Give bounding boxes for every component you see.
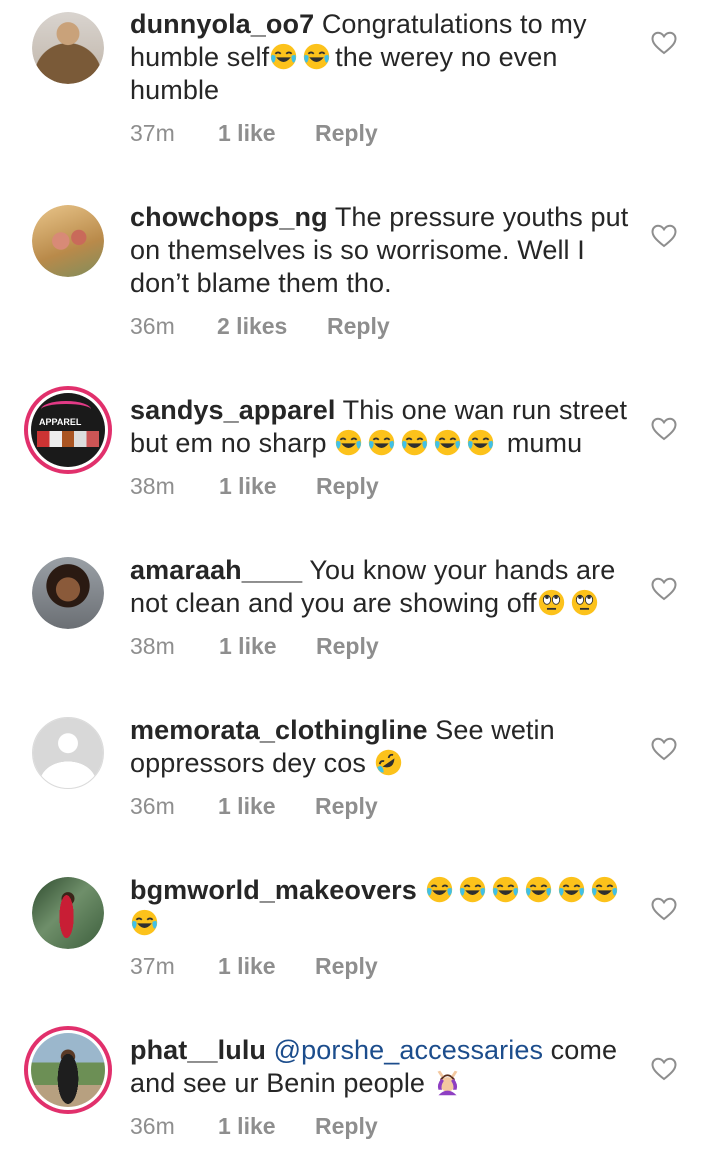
face-with-tears-of-joy-emoji	[400, 428, 429, 457]
comment-time: 38m	[130, 633, 175, 659]
face-with-tears-of-joy-emoji	[557, 875, 586, 904]
avatar[interactable]	[32, 557, 104, 629]
comment-time: 38m	[130, 473, 175, 499]
avatar-image	[31, 1033, 105, 1107]
reply-button[interactable]: Reply	[315, 118, 378, 148]
comment-time: 36m	[130, 1113, 175, 1139]
likes-count[interactable]: 1 like	[218, 118, 276, 148]
comment-username[interactable]: phat__lulu	[130, 1035, 266, 1065]
comment-username[interactable]: bgmworld_makeovers	[130, 875, 417, 905]
face-with-tears-of-joy-emoji	[425, 875, 454, 904]
comment-text: chowchops_ng The pressure youths put on …	[130, 201, 630, 300]
heart-outline-icon[interactable]	[651, 224, 677, 248]
comment-text: memorata_clothingline See wetin oppresso…	[130, 714, 630, 780]
reply-button[interactable]: Reply	[316, 471, 379, 501]
rolling-on-floor-laughing-emoji	[374, 748, 403, 777]
avatar-logo-text: APPAREL	[39, 417, 82, 427]
avatar[interactable]: APPAREL	[24, 386, 112, 474]
face-with-tears-of-joy-emoji	[130, 908, 159, 937]
likes-count[interactable]: 1 like	[219, 631, 277, 661]
face-with-tears-of-joy-emoji	[269, 42, 298, 71]
avatar-image	[32, 12, 104, 84]
comment-text: bgmworld_makeovers	[130, 874, 630, 940]
comment-text: sandys_apparel This one wan run street b…	[130, 394, 630, 460]
likes-count[interactable]: 1 like	[218, 791, 276, 821]
default-avatar-icon	[33, 718, 103, 788]
likes-count[interactable]: 1 like	[219, 471, 277, 501]
face-with-tears-of-joy-emoji	[302, 42, 331, 71]
heart-outline-icon[interactable]	[651, 737, 677, 761]
face-with-tears-of-joy-emoji	[367, 428, 396, 457]
comment-username[interactable]: amaraah____	[130, 555, 302, 585]
comment-text: dunnyola_oo7 Congratulations to my humbl…	[130, 8, 630, 107]
comment-username[interactable]: sandys_apparel	[130, 395, 336, 425]
comment-time: 36m	[130, 313, 175, 339]
comment-time: 37m	[130, 120, 175, 146]
comment-username[interactable]: memorata_clothingline	[130, 715, 428, 745]
reply-button[interactable]: Reply	[315, 1111, 378, 1141]
avatar[interactable]	[24, 1026, 112, 1114]
face-with-tears-of-joy-emoji	[491, 875, 520, 904]
likes-count[interactable]: 2 likes	[217, 311, 287, 341]
face-with-tears-of-joy-emoji	[524, 875, 553, 904]
comment-username[interactable]: chowchops_ng	[130, 202, 328, 232]
avatar-photo-strip	[37, 431, 99, 447]
comment-time: 36m	[130, 793, 175, 819]
heart-outline-icon[interactable]	[651, 417, 677, 441]
avatar-logo-swoosh	[41, 401, 91, 418]
mention-link[interactable]: @porshe_accessaries	[274, 1035, 543, 1065]
heart-outline-icon[interactable]	[651, 897, 677, 921]
face-with-tears-of-joy-emoji	[458, 875, 487, 904]
reply-button[interactable]: Reply	[327, 311, 390, 341]
face-with-tears-of-joy-emoji	[334, 428, 363, 457]
avatar-image: APPAREL	[31, 393, 105, 467]
face-with-tears-of-joy-emoji	[433, 428, 462, 457]
comment-username[interactable]: dunnyola_oo7	[130, 9, 314, 39]
person-raising-hands-emoji	[433, 1068, 462, 1097]
face-with-tears-of-joy-emoji	[466, 428, 495, 457]
face-with-tears-of-joy-emoji	[590, 875, 619, 904]
avatar[interactable]	[32, 717, 104, 789]
reply-button[interactable]: Reply	[315, 951, 378, 981]
comment-text: amaraah____ You know your hands are not …	[130, 554, 630, 620]
avatar-image	[32, 877, 104, 949]
avatar-image	[32, 205, 104, 277]
face-with-rolling-eyes-emoji	[570, 588, 599, 617]
heart-outline-icon[interactable]	[651, 31, 677, 55]
heart-outline-icon[interactable]	[651, 577, 677, 601]
reply-button[interactable]: Reply	[316, 631, 379, 661]
comment-body: mumu	[506, 428, 583, 458]
face-with-rolling-eyes-emoji	[537, 588, 566, 617]
comment-time: 37m	[130, 953, 175, 979]
avatar-image	[32, 557, 104, 629]
likes-count[interactable]: 1 like	[218, 951, 276, 981]
likes-count[interactable]: 1 like	[218, 1111, 276, 1141]
reply-button[interactable]: Reply	[315, 791, 378, 821]
heart-outline-icon[interactable]	[651, 1057, 677, 1081]
comment-text: phat__lulu @porshe_accessaries come and …	[130, 1034, 630, 1100]
avatar[interactable]	[32, 877, 104, 949]
avatar[interactable]	[32, 12, 104, 84]
avatar[interactable]	[32, 205, 104, 277]
